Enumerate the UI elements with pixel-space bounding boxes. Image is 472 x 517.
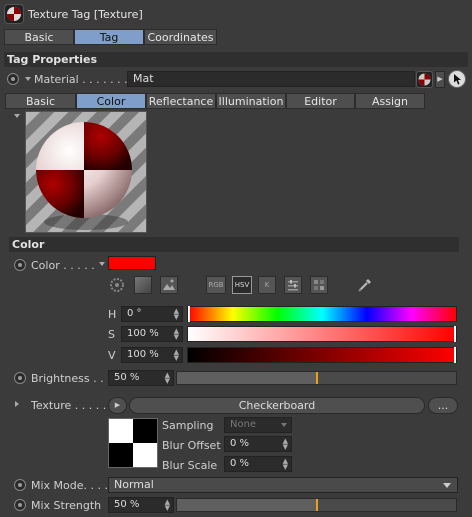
mix-strength-field[interactable]: 50 % ▲ ▼ [108, 497, 174, 513]
blur-offset-value: 0 % [230, 438, 250, 449]
material-menu-arrow-icon[interactable]: ▶ [435, 71, 445, 88]
hue-handle[interactable] [188, 306, 190, 322]
brightness-slider-marker[interactable] [315, 372, 318, 384]
mix-strength-slider-marker[interactable] [315, 499, 318, 511]
blur-offset-label: Blur Offset [162, 439, 221, 452]
h-label: H [108, 308, 117, 321]
material-label: Material . . . . . . . [34, 73, 128, 86]
image-picker-icon[interactable] [160, 276, 178, 294]
mix-strength-animate-toggle[interactable] [14, 499, 26, 511]
tab-tag[interactable]: Tag [74, 29, 144, 45]
brightness-label: Brightness . . . [31, 372, 111, 385]
eyedropper-icon[interactable] [356, 276, 374, 294]
spectrum-icon[interactable] [134, 276, 152, 294]
window-title: Texture Tag [Texture] [28, 8, 143, 21]
mix-strength-label: Mix Strength [31, 499, 102, 512]
shader-name-button[interactable]: Checkerboard [129, 397, 425, 414]
blur-scale-spinner-icon[interactable]: ▲ ▼ [283, 458, 288, 471]
texture-more-button[interactable]: ... [428, 397, 458, 414]
brightness-value: 50 % [114, 372, 140, 383]
texture-menu-icon[interactable]: ▶ [108, 397, 127, 414]
preview-collapse-arrow[interactable] [14, 114, 20, 118]
blur-scale-label: Blur Scale [162, 459, 218, 472]
h-field[interactable]: 0 ° ▲ ▼ [121, 306, 183, 322]
mix-mode-dropdown[interactable]: Normal [108, 477, 458, 493]
v-value: 100 % [127, 349, 159, 360]
value-handle[interactable] [454, 347, 456, 363]
h-value: 0 ° [127, 308, 142, 319]
mix-mode-chevron-down-icon [443, 483, 451, 488]
saturation-handle[interactable] [454, 326, 456, 342]
title-bar: Texture Tag [Texture] [0, 0, 472, 28]
brightness-slider[interactable] [176, 371, 457, 385]
brightness-slider-fill [177, 372, 317, 384]
brightness-animate-toggle[interactable] [14, 372, 26, 384]
mix-strength-value: 50 % [114, 499, 140, 510]
mat-tab-color[interactable]: Color [76, 93, 146, 109]
color-wheel-icon[interactable] [108, 276, 126, 294]
value-gradient-slider[interactable] [187, 347, 457, 363]
mix-mode-label: Mix Mode. . . . [31, 479, 108, 492]
brightness-field[interactable]: 50 % ▲ ▼ [108, 370, 174, 386]
s-spinner-icon[interactable]: ▲ ▼ [174, 328, 179, 341]
kelvin-mode-button[interactable]: K [258, 276, 276, 294]
material-preview[interactable] [25, 111, 147, 233]
color-animate-toggle[interactable] [14, 259, 26, 271]
material-value: Mat [133, 72, 154, 85]
swatches-icon[interactable] [310, 276, 328, 294]
color-swatch[interactable] [108, 256, 156, 270]
texture-expand-arrow[interactable] [15, 401, 19, 407]
material-preview-icon[interactable] [416, 71, 433, 88]
material-animate-toggle[interactable] [7, 73, 19, 85]
mat-tab-basic[interactable]: Basic [5, 93, 76, 109]
sampling-label: Sampling [162, 419, 214, 432]
s-label: S [108, 328, 115, 341]
sampling-chevron-down-icon [281, 423, 287, 427]
material-field[interactable]: Mat [127, 71, 415, 87]
blur-offset-spinner-icon[interactable]: ▲ ▼ [283, 438, 288, 451]
blur-scale-field[interactable]: 0 % ▲ ▼ [224, 456, 292, 472]
v-field[interactable]: 100 % ▲ ▼ [121, 347, 183, 363]
sampling-dropdown[interactable]: None [224, 417, 292, 433]
s-field[interactable]: 100 % ▲ ▼ [121, 326, 183, 342]
texture-tag-icon [4, 4, 24, 24]
rgb-mode-button[interactable]: RGB [206, 276, 226, 294]
blur-scale-value: 0 % [230, 458, 250, 469]
mat-tab-illumination[interactable]: Illumination [216, 93, 286, 109]
tab-basic[interactable]: Basic [4, 29, 74, 45]
texture-label: Texture . . . . . . . [31, 399, 121, 412]
mixer-icon[interactable] [284, 276, 302, 294]
color-section-header: Color [9, 237, 459, 252]
mat-tab-reflectance[interactable]: Reflectance [146, 93, 216, 109]
material-expand-arrow[interactable] [25, 77, 31, 81]
hue-gradient-slider[interactable] [187, 306, 457, 322]
color-label: Color . . . . . [31, 259, 95, 272]
saturation-gradient-slider[interactable] [187, 326, 457, 342]
mix-strength-slider-fill [177, 499, 317, 511]
mix-mode-animate-toggle[interactable] [14, 479, 26, 491]
pick-object-icon[interactable] [448, 70, 466, 88]
mix-strength-spinner-icon[interactable]: ▲ ▼ [165, 499, 170, 512]
checkerboard-preview [108, 418, 158, 468]
mat-tab-editor[interactable]: Editor [286, 93, 355, 109]
v-spinner-icon[interactable]: ▲ ▼ [174, 349, 179, 362]
brightness-spinner-icon[interactable]: ▲ ▼ [165, 372, 170, 385]
blur-offset-field[interactable]: 0 % ▲ ▼ [224, 436, 292, 452]
v-label: V [108, 349, 116, 362]
color-expand-arrow[interactable] [99, 262, 105, 266]
hsv-mode-button[interactable]: HSV [232, 276, 252, 294]
mix-mode-value: Normal [114, 478, 154, 491]
sampling-value: None [230, 419, 257, 430]
tag-properties-header: Tag Properties [4, 52, 468, 67]
mat-tab-assign[interactable]: Assign [355, 93, 425, 109]
s-value: 100 % [127, 328, 159, 339]
mix-strength-slider[interactable] [176, 498, 457, 512]
tab-coordinates[interactable]: Coordinates [144, 29, 217, 45]
h-spinner-icon[interactable]: ▲ ▼ [174, 308, 179, 321]
